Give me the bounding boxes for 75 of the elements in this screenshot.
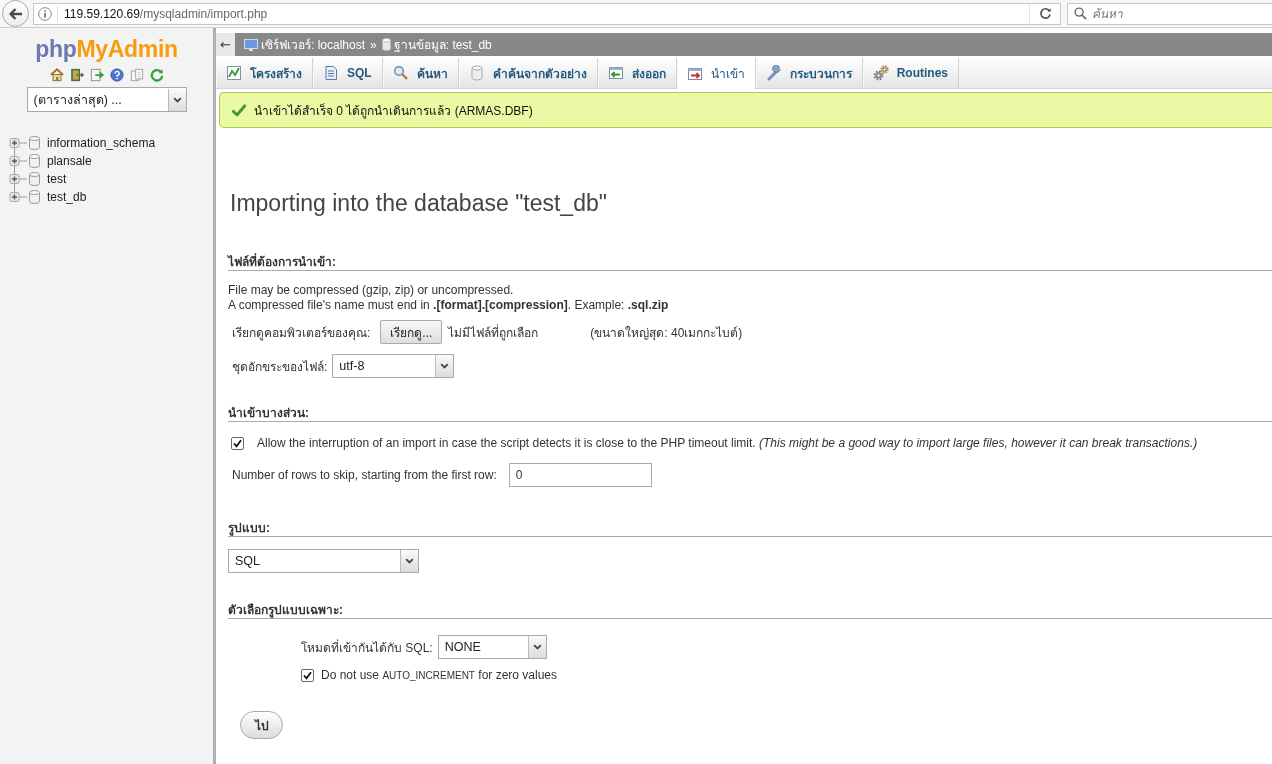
browse-label: เรียกดูคอมพิวเตอร์ของคุณ: bbox=[232, 324, 371, 342]
tab[interactable]: นำเข้า bbox=[676, 58, 756, 89]
wrench-icon bbox=[765, 65, 782, 81]
reload-icon bbox=[1038, 7, 1052, 20]
database-icon bbox=[29, 136, 40, 150]
database-icon bbox=[29, 190, 40, 204]
breadcrumb-link[interactable]: เซิร์ฟเวอร์: localhost bbox=[261, 35, 366, 54]
address-field[interactable]: 119.59.120.69/mysqladmin/import.php bbox=[33, 2, 1029, 25]
tab[interactable]: SQL bbox=[313, 58, 383, 88]
tab[interactable]: กระบวนการ bbox=[755, 58, 863, 88]
plus-icon[interactable] bbox=[8, 170, 28, 188]
go-button[interactable]: ไป bbox=[240, 711, 283, 739]
checkbox[interactable] bbox=[301, 668, 314, 682]
document-icon bbox=[323, 65, 339, 81]
caret-icon bbox=[400, 550, 418, 572]
database-link[interactable]: plansale bbox=[47, 154, 92, 168]
monitor-icon bbox=[244, 37, 258, 52]
message-text: นำเข้าได้สำเร็จ 0 ได้ถูกนำเดินการแล้ว (ARMAS.DBF) bbox=[254, 102, 533, 120]
database-icon bbox=[381, 38, 391, 51]
charset-label: ชุดอักขระของไฟล์: bbox=[232, 358, 328, 376]
documents-icon[interactable] bbox=[129, 68, 144, 82]
section-heading: รูปแบบ: bbox=[228, 520, 1272, 537]
help-icon[interactable] bbox=[109, 68, 124, 82]
help-text: File may be compressed (gzip, zip) or uncompressed. bbox=[228, 283, 515, 298]
search-icon bbox=[392, 65, 409, 81]
tab[interactable]: ส่งออก bbox=[597, 58, 677, 88]
skip-rows-label: Number of rows to skip, starting from the first row: bbox=[232, 468, 497, 482]
check-icon bbox=[231, 103, 247, 117]
search-field[interactable]: ค้นหา bbox=[1067, 2, 1272, 25]
database-link[interactable]: information_schema bbox=[47, 136, 156, 150]
caret-icon bbox=[527, 636, 546, 658]
charset-select[interactable]: utf-8 bbox=[332, 354, 455, 378]
recent-tables-select[interactable]: (ตารางล่าสุด) ... bbox=[26, 87, 187, 112]
info-icon bbox=[38, 6, 52, 21]
help-text: A compressed file's name must end in .[format].[compression]. Example: .sql.zip bbox=[228, 298, 670, 313]
max-size-text: (ขนาดใหญ่สุด: 40เมกกะไบต์) bbox=[590, 324, 743, 342]
reload-button[interactable] bbox=[1029, 2, 1061, 25]
tab[interactable]: Routines bbox=[862, 58, 959, 88]
reload-icon[interactable] bbox=[149, 68, 164, 82]
checkbox[interactable] bbox=[231, 436, 244, 450]
sql-mode-select[interactable]: NONE bbox=[437, 635, 547, 659]
section-heading: ตัวเลือกรูปแบบเฉพาะ: bbox=[228, 602, 1272, 619]
tab[interactable]: โครงสร้าง bbox=[216, 58, 313, 88]
document-arrow-icon[interactable] bbox=[89, 68, 104, 82]
caret-icon bbox=[167, 88, 186, 111]
gears-icon bbox=[872, 65, 889, 81]
section-heading: ไฟล์ที่ต้องการนำเข้า: bbox=[228, 254, 1272, 271]
section-heading: นำเข้าบางส่วน: bbox=[228, 405, 1272, 422]
database-icon bbox=[29, 172, 40, 186]
page-title: Importing into the database "test_db" bbox=[230, 189, 608, 218]
tab[interactable]: คำค้นจากตัวอย่าง bbox=[458, 58, 598, 88]
sql-mode-label: โหมดที่เข้ากันได้กับ SQL: bbox=[301, 638, 433, 657]
file-status-text: ไม่มีไฟล์ที่ถูกเลือก bbox=[448, 323, 539, 342]
search-icon bbox=[1074, 7, 1087, 20]
door-icon[interactable] bbox=[69, 68, 84, 82]
arrow-icon bbox=[8, 7, 23, 20]
database-link[interactable]: test bbox=[47, 172, 67, 186]
breadcrumb-separator: » bbox=[370, 37, 377, 52]
browse-button[interactable]: เรียกดู... bbox=[380, 320, 443, 344]
chart-icon bbox=[226, 65, 242, 81]
plus-icon[interactable] bbox=[8, 152, 28, 170]
format-select[interactable]: SQL bbox=[228, 549, 419, 573]
home-icon[interactable] bbox=[49, 68, 64, 82]
tab[interactable]: ค้นหา bbox=[382, 58, 459, 88]
database-icon bbox=[468, 65, 485, 81]
database-icon bbox=[29, 154, 40, 168]
checkbox-label: Do not use AUTO_INCREMENT for zero values bbox=[321, 668, 558, 682]
logo[interactable]: phpMyAdmin bbox=[35, 35, 178, 63]
collapse-button[interactable]: ← bbox=[216, 33, 235, 56]
back-button[interactable] bbox=[2, 0, 29, 27]
database-link[interactable]: test_db bbox=[47, 190, 87, 204]
rows-to-skip-field[interactable]: 0 bbox=[508, 463, 652, 487]
checkbox-label: Allow the interruption of an import in case the script detects it is close to the PHP timeout limit. (This might be a good way to import large files, however it can break transactions.) bbox=[257, 436, 1198, 450]
caret-icon bbox=[435, 355, 454, 377]
breadcrumb-link[interactable]: ฐานข้อมูล: test_db bbox=[393, 35, 492, 54]
